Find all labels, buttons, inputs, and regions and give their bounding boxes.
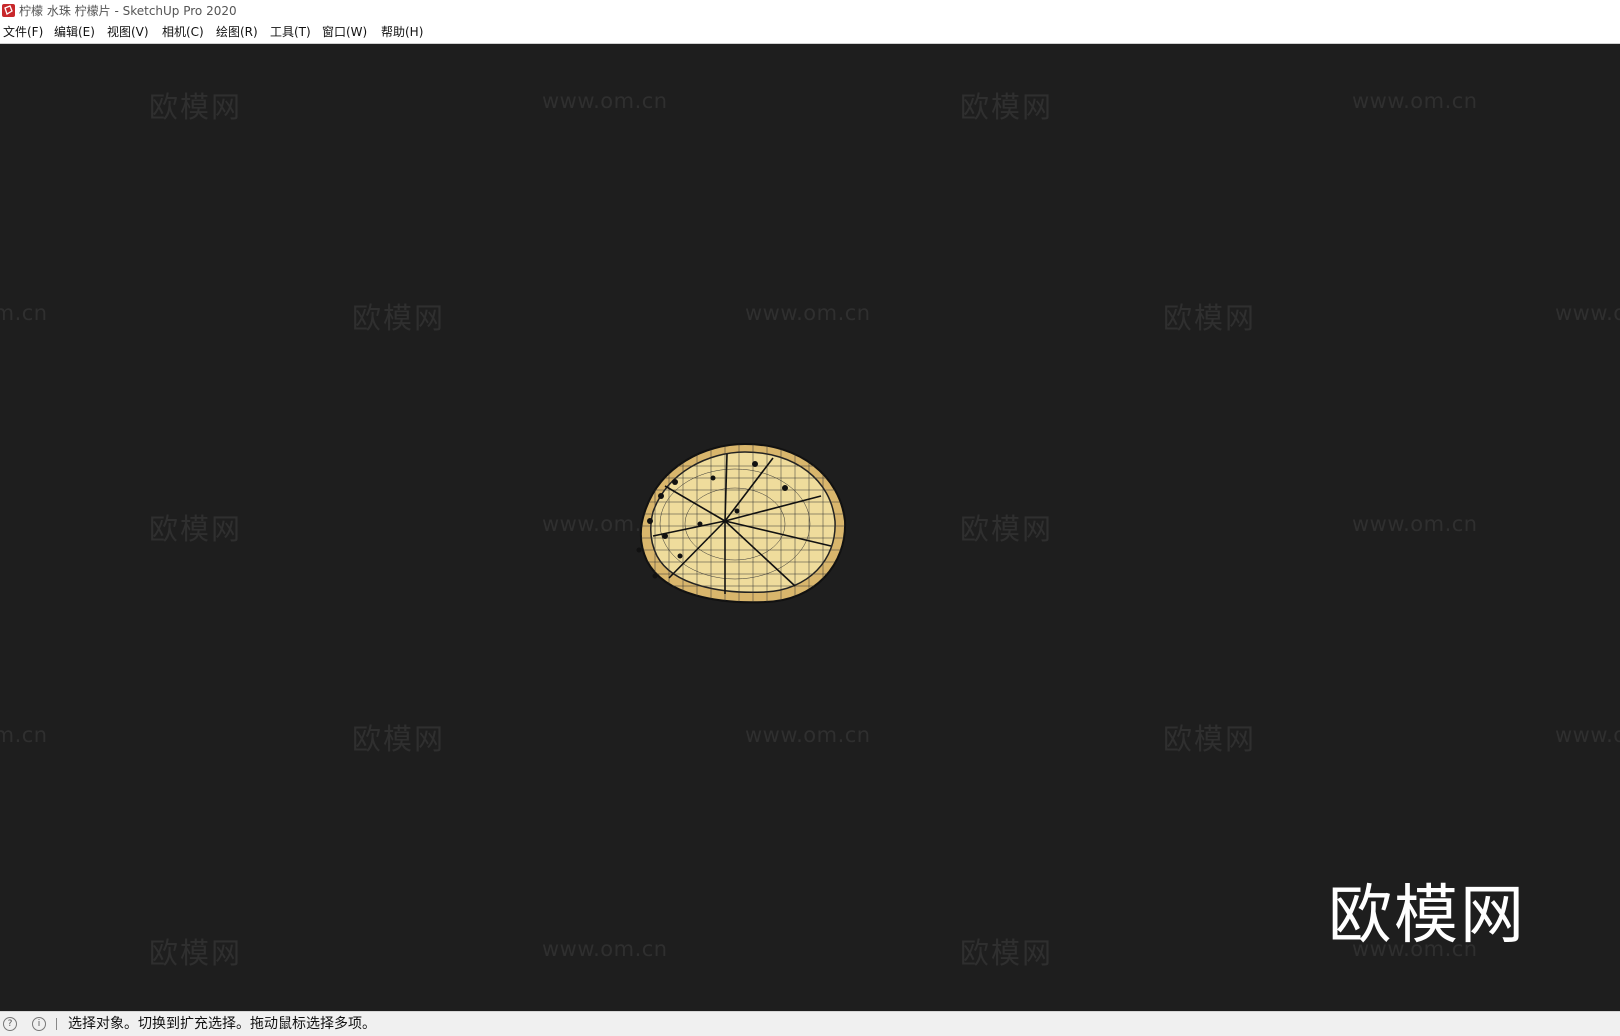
info-icon[interactable]: i (32, 1017, 46, 1031)
watermark-url: www.om.cn (0, 723, 48, 747)
menu-window[interactable]: 窗口(W) (322, 22, 367, 43)
menu-draw[interactable]: 绘图(R) (216, 22, 258, 43)
status-text: 选择对象。切换到扩充选择。拖动鼠标选择多项。 (68, 1016, 376, 1032)
menu-camera[interactable]: 相机(C) (162, 22, 204, 43)
om-logo: 欧模网 (1328, 879, 1526, 953)
watermark-cn: 欧模网 (960, 512, 1054, 546)
menu-view[interactable]: 视图(V) (107, 22, 149, 43)
watermark-url: www.om.cn (0, 301, 48, 325)
lemon-slice-model[interactable] (625, 436, 865, 616)
watermark-url: www.om.cn (542, 937, 668, 961)
menu-bar: 文件(F) 编辑(E) 视图(V) 相机(C) 绘图(R) 工具(T) 窗口(W… (0, 22, 1620, 44)
watermark-cn: 欧模网 (1163, 301, 1257, 335)
status-bar: ? i 选择对象。切换到扩充选择。拖动鼠标选择多项。 (0, 1011, 1620, 1036)
watermark-cn: 欧模网 (149, 512, 243, 546)
watermark-cn: 欧模网 (149, 90, 243, 124)
watermark-url: www.om.cn (1555, 301, 1620, 325)
watermark-cn: 欧模网 (149, 936, 243, 970)
menu-edit[interactable]: 编辑(E) (54, 22, 95, 43)
watermark-cn: 欧模网 (352, 722, 446, 756)
watermark-url: www.om.cn (745, 723, 871, 747)
watermark-url: www.om.cn (542, 89, 668, 113)
watermark-url: www.om.cn (1352, 89, 1478, 113)
watermark-cn: 欧模网 (960, 90, 1054, 124)
title-bar: 柠檬 水珠 柠檬片 - SketchUp Pro 2020 (0, 0, 1620, 22)
geo-location-icon[interactable]: ? (3, 1017, 17, 1031)
menu-help[interactable]: 帮助(H) (381, 22, 423, 43)
menu-file[interactable]: 文件(F) (3, 22, 43, 43)
sketchup-icon (2, 4, 15, 17)
modeling-viewport[interactable]: 欧模网 www.om.cn 欧模网 www.om.cn www.om.cn 欧模… (0, 44, 1620, 1011)
watermark-url: www.om.cn (1352, 512, 1478, 536)
watermark-cn: 欧模网 (960, 936, 1054, 970)
watermark-cn: 欧模网 (1163, 722, 1257, 756)
watermark-url: www.om.cn (745, 301, 871, 325)
watermark-cn: 欧模网 (352, 301, 446, 335)
status-separator (56, 1018, 57, 1030)
menu-tools[interactable]: 工具(T) (270, 22, 311, 43)
window-title: 柠檬 水珠 柠檬片 - SketchUp Pro 2020 (19, 4, 237, 18)
watermark-url: www.om.cn (1555, 723, 1620, 747)
